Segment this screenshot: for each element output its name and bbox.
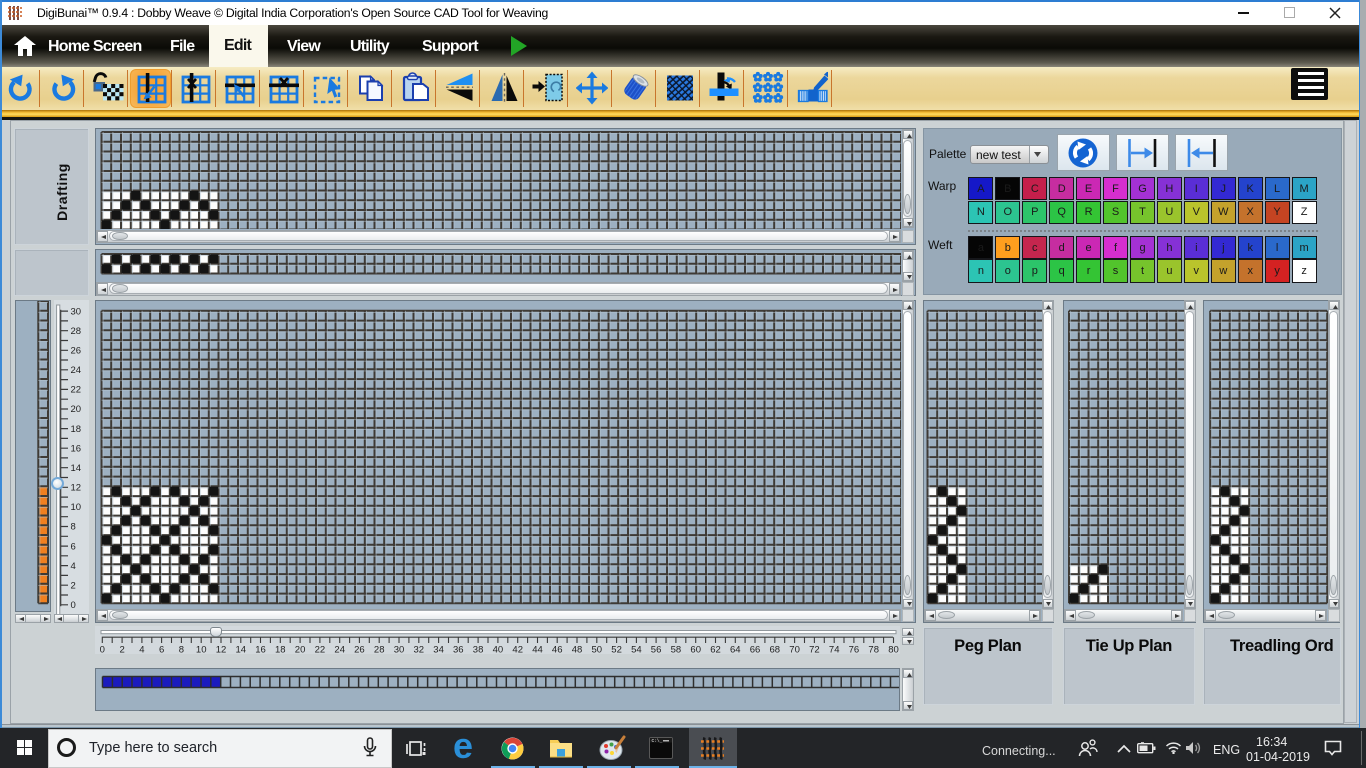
svg-text:16: 16 [255, 645, 266, 655]
svg-text:4: 4 [70, 560, 75, 571]
svg-text:26: 26 [70, 345, 81, 356]
svg-text:56: 56 [651, 645, 662, 655]
svg-text:80: 80 [888, 645, 899, 655]
svg-text:74: 74 [829, 645, 840, 655]
svg-text:16: 16 [70, 443, 81, 454]
svg-text:20: 20 [295, 645, 306, 655]
svg-text:54: 54 [631, 645, 642, 655]
svg-text:0: 0 [100, 645, 105, 655]
svg-text:28: 28 [70, 325, 81, 336]
svg-text:50: 50 [592, 645, 603, 655]
svg-text:66: 66 [750, 645, 761, 655]
svg-text:24: 24 [70, 365, 81, 376]
svg-text:34: 34 [433, 645, 444, 655]
svg-text:28: 28 [374, 645, 385, 655]
svg-text:78: 78 [868, 645, 879, 655]
svg-text:4: 4 [139, 645, 144, 655]
svg-text:12: 12 [216, 645, 227, 655]
svg-text:58: 58 [671, 645, 682, 655]
svg-text:8: 8 [179, 645, 184, 655]
svg-text:60: 60 [690, 645, 701, 655]
svg-text:70: 70 [789, 645, 800, 655]
svg-text:e: e [453, 731, 473, 763]
svg-text:22: 22 [70, 384, 81, 395]
svg-text:10: 10 [70, 502, 81, 513]
svg-text:18: 18 [275, 645, 286, 655]
svg-text:2: 2 [70, 580, 75, 591]
svg-text:2: 2 [119, 645, 124, 655]
svg-text:24: 24 [334, 645, 345, 655]
svg-text:62: 62 [710, 645, 721, 655]
svg-text:8: 8 [70, 521, 75, 532]
svg-text:44: 44 [532, 645, 543, 655]
svg-text:30: 30 [70, 306, 81, 317]
svg-text:12: 12 [70, 482, 81, 493]
svg-text:46: 46 [552, 645, 563, 655]
svg-text:42: 42 [512, 645, 523, 655]
svg-text:32: 32 [414, 645, 425, 655]
svg-text:48: 48 [572, 645, 583, 655]
svg-text:6: 6 [70, 541, 75, 552]
svg-text:20: 20 [70, 404, 81, 415]
svg-text:36: 36 [453, 645, 464, 655]
svg-text:38: 38 [473, 645, 484, 655]
svg-text:30: 30 [394, 645, 405, 655]
svg-text:18: 18 [70, 423, 81, 434]
svg-text:64: 64 [730, 645, 741, 655]
svg-text:68: 68 [770, 645, 781, 655]
svg-text:52: 52 [611, 645, 622, 655]
svg-text:26: 26 [354, 645, 365, 655]
svg-text:14: 14 [70, 462, 81, 473]
svg-text:72: 72 [809, 645, 820, 655]
svg-text:14: 14 [236, 645, 247, 655]
svg-text:22: 22 [315, 645, 326, 655]
svg-text:10: 10 [196, 645, 207, 655]
svg-text:C:\_: C:\_ [652, 738, 663, 744]
svg-text:0: 0 [70, 600, 75, 611]
svg-text:6: 6 [159, 645, 164, 655]
svg-text:76: 76 [849, 645, 860, 655]
svg-text:40: 40 [493, 645, 504, 655]
